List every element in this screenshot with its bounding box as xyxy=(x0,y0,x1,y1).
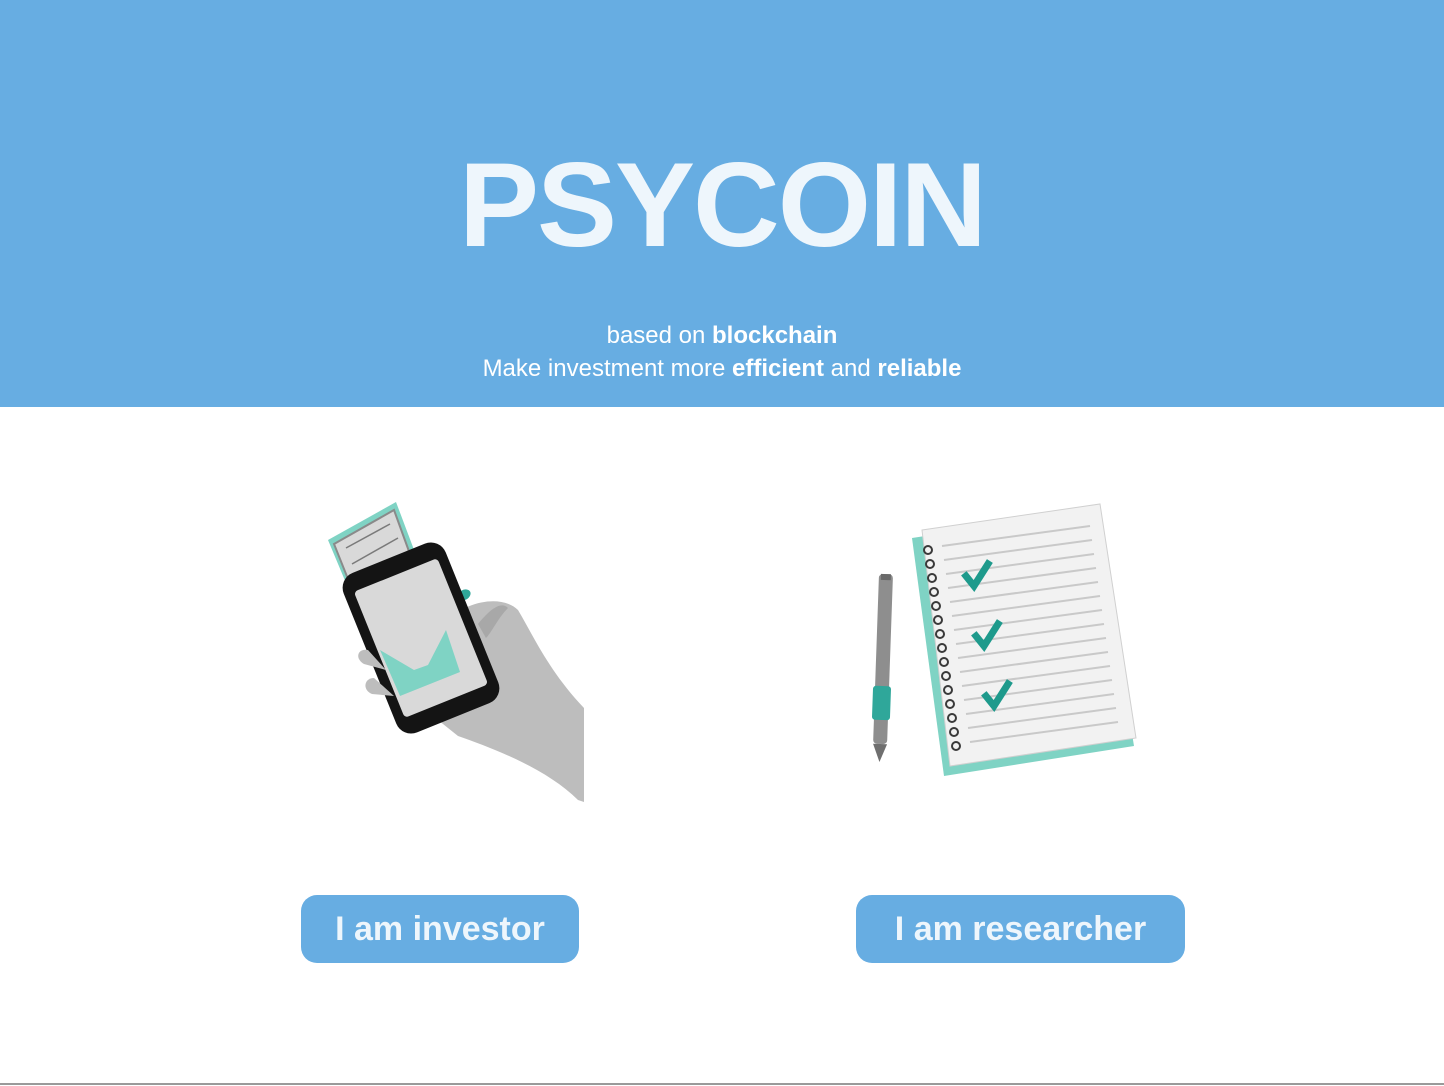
notebook-checklist-icon xyxy=(868,500,1144,782)
researcher-button[interactable]: I am researcher xyxy=(856,895,1185,963)
investor-button[interactable]: I am investor xyxy=(301,895,579,963)
phone-money-icon xyxy=(328,500,584,802)
landing-page: PSYCOIN based on blockchain Make investm… xyxy=(0,0,1444,1086)
hero-banner: PSYCOIN based on blockchain Make investm… xyxy=(0,0,1444,407)
tagline-line-1: based on blockchain xyxy=(606,322,838,349)
brand-title: PSYCOIN xyxy=(458,138,987,272)
tagline-line-2: Make investment more efficient and relia… xyxy=(482,355,962,382)
bottom-divider xyxy=(0,1083,1444,1085)
